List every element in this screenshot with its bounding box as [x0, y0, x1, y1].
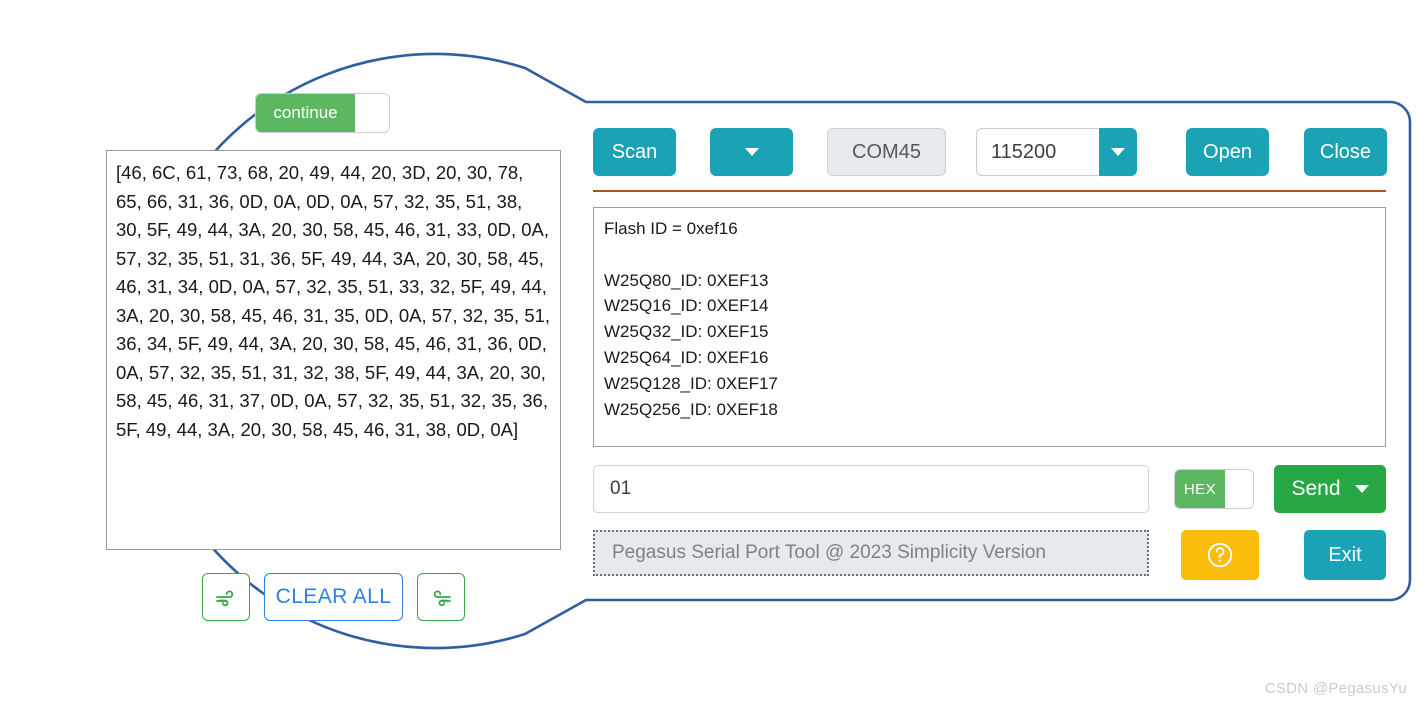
open-port-button[interactable]: Open — [1186, 128, 1269, 176]
chevron-down-icon — [1111, 148, 1125, 156]
status-bar: Pegasus Serial Port Tool @ 2023 Simplici… — [593, 530, 1149, 576]
serial-tool-window: Scan COM45 115200 Open Close Flash ID = … — [586, 103, 1410, 601]
hex-toggle-label: HEX — [1175, 470, 1225, 508]
baudrate-value: 115200 — [976, 128, 1099, 176]
watermark: CSDN @PegasusYu — [1265, 680, 1407, 697]
continue-toggle[interactable]: continue — [255, 93, 390, 133]
send-input-value: 01 — [610, 478, 631, 500]
wind-icon — [214, 585, 238, 609]
close-port-button[interactable]: Close — [1304, 128, 1387, 176]
clear-all-label: CLEAR ALL — [276, 585, 392, 609]
send-button-label: Send — [1291, 477, 1340, 501]
receive-textarea-magnified[interactable]: [46, 6C, 61, 73, 68, 20, 49, 44, 20, 3D,… — [106, 150, 561, 550]
receive-text-content: [46, 6C, 61, 73, 68, 20, 49, 44, 20, 3D,… — [116, 159, 551, 444]
continue-toggle-label: continue — [256, 94, 355, 132]
baudrate-combobox[interactable]: 115200 — [976, 128, 1137, 176]
output-text-content: Flash ID = 0xef16 W25Q80_ID: 0XEF13 W25Q… — [604, 216, 1375, 422]
question-circle-icon — [1205, 540, 1235, 570]
exit-button[interactable]: Exit — [1304, 530, 1386, 580]
send-button[interactable]: Send — [1274, 465, 1386, 513]
magnified-button-row: CLEAR ALL — [106, 573, 561, 621]
clear-receive-button[interactable] — [202, 573, 250, 621]
hex-toggle-knob — [1225, 470, 1253, 508]
exit-button-label: Exit — [1328, 544, 1361, 567]
clear-send-button[interactable] — [417, 573, 465, 621]
clear-all-button[interactable]: CLEAR ALL — [264, 573, 403, 621]
continue-toggle-knob — [355, 94, 389, 132]
close-button-label: Close — [1320, 141, 1371, 164]
send-input[interactable]: 01 — [593, 465, 1149, 513]
status-bar-text: Pegasus Serial Port Tool @ 2023 Simplici… — [612, 542, 1046, 564]
chevron-down-icon[interactable] — [1355, 485, 1369, 493]
port-field[interactable]: COM45 — [827, 128, 946, 176]
scan-dropdown-button[interactable] — [710, 128, 793, 176]
receive-textarea[interactable]: Flash ID = 0xef16 W25Q80_ID: 0XEF13 W25Q… — [593, 207, 1386, 447]
help-button[interactable] — [1181, 530, 1259, 580]
wind-mirrored-icon — [429, 585, 453, 609]
hex-toggle[interactable]: HEX — [1174, 469, 1254, 509]
open-button-label: Open — [1203, 141, 1252, 164]
baudrate-dropdown-button[interactable] — [1099, 128, 1137, 176]
chevron-down-icon — [745, 148, 759, 156]
magnifier-panel: continue [46, 6C, 61, 73, 68, 20, 49, 44… — [0, 0, 580, 680]
scan-button[interactable]: Scan — [593, 128, 676, 176]
screenshot-root: continue [46, 6C, 61, 73, 68, 20, 49, 44… — [0, 0, 1425, 709]
toolbar-divider — [593, 190, 1386, 192]
port-value: COM45 — [852, 141, 921, 164]
scan-button-label: Scan — [612, 141, 658, 164]
